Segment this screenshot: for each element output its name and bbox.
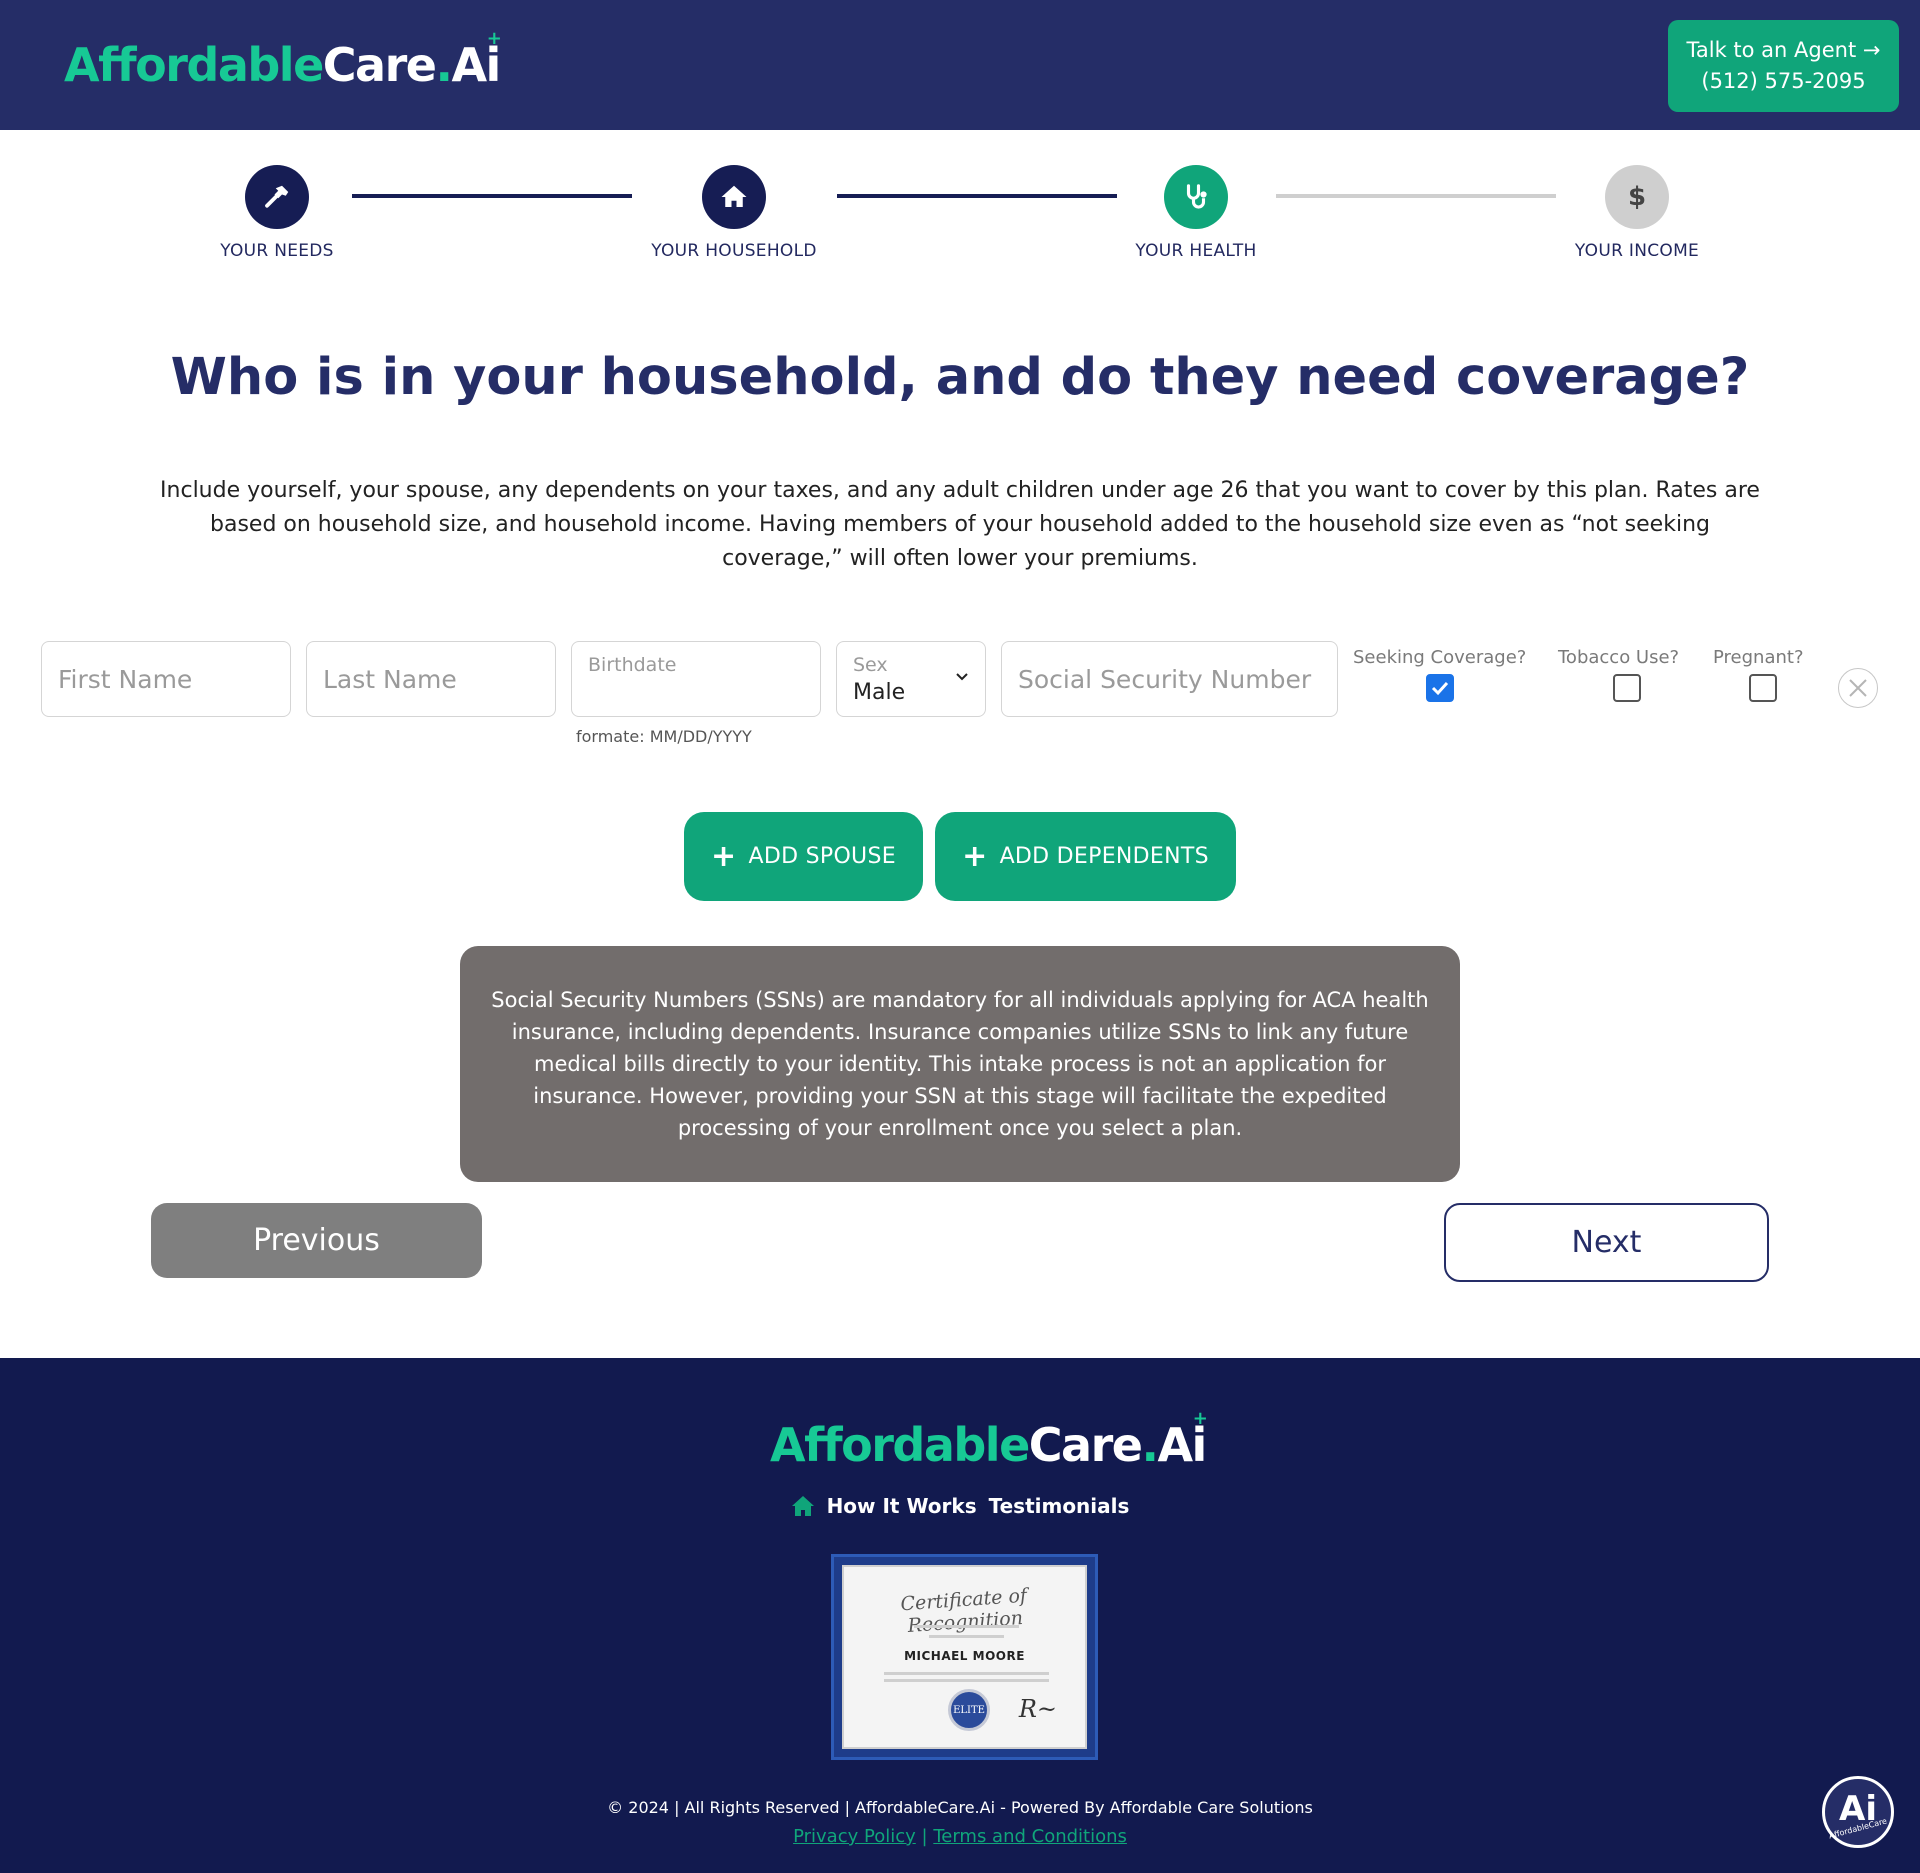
tobacco-use-label: Tobacco Use? bbox=[1558, 647, 1680, 668]
birthdate-field[interactable]: Birthdate bbox=[571, 641, 821, 717]
step-your-income[interactable]: $ YOUR INCOME bbox=[1517, 165, 1757, 261]
plus-icon: + bbox=[711, 838, 737, 874]
terms-link[interactable]: Terms and Conditions bbox=[933, 1826, 1127, 1847]
birthdate-format-helper: formate: MM/DD/YYYY bbox=[576, 727, 752, 746]
certificate-text-line bbox=[914, 1625, 1019, 1628]
logo-plus-icon: + bbox=[486, 28, 502, 49]
step-connector bbox=[1276, 194, 1556, 198]
step-connector bbox=[837, 194, 1117, 198]
logo-text-ai: Ai + bbox=[451, 28, 501, 92]
ssn-input[interactable] bbox=[1002, 642, 1337, 716]
logo-text-care: Care bbox=[322, 38, 437, 92]
chat-widget-button[interactable]: Ai AffordableCare bbox=[1822, 1776, 1894, 1848]
add-spouse-button[interactable]: + ADD SPOUSE bbox=[684, 812, 923, 901]
checkmark-icon bbox=[1431, 681, 1449, 696]
remove-member-button[interactable] bbox=[1838, 668, 1878, 708]
plus-icon: + bbox=[962, 838, 988, 874]
certificate-signature: R~ bbox=[1018, 1695, 1057, 1723]
home-icon[interactable] bbox=[791, 1495, 815, 1517]
first-name-field[interactable] bbox=[41, 641, 291, 717]
sex-selected-value: Male bbox=[853, 680, 906, 705]
last-name-field[interactable] bbox=[306, 641, 556, 717]
agent-button-label: Talk to an Agent → bbox=[1686, 38, 1881, 62]
logo-dot: . bbox=[1141, 1418, 1158, 1472]
certificate-image: Certificate of Recognition MICHAEL MOORE… bbox=[831, 1554, 1098, 1760]
step-label: YOUR HEALTH bbox=[1135, 241, 1257, 261]
legal-separator: | bbox=[921, 1826, 928, 1847]
sex-select[interactable]: Sex Male bbox=[836, 641, 986, 717]
chevron-down-icon bbox=[956, 673, 968, 681]
step-your-household[interactable]: YOUR HOUSEHOLD bbox=[614, 165, 854, 261]
footer-logo[interactable]: AffordableCare.Ai + bbox=[770, 1408, 1208, 1472]
close-icon bbox=[1849, 679, 1867, 697]
logo-text-affordable: Affordable bbox=[770, 1418, 1030, 1472]
logo-text-ai: Ai + bbox=[1157, 1408, 1207, 1472]
step-connector bbox=[352, 194, 632, 198]
step-your-needs[interactable]: YOUR NEEDS bbox=[157, 165, 397, 261]
certificate-seal: ELITE bbox=[948, 1689, 990, 1731]
privacy-policy-link[interactable]: Privacy Policy bbox=[793, 1826, 916, 1847]
stethoscope-icon bbox=[1164, 165, 1228, 229]
previous-button[interactable]: Previous bbox=[151, 1203, 482, 1278]
intro-text: Include yourself, your spouse, any depen… bbox=[160, 478, 1760, 571]
certificate-text-line bbox=[884, 1672, 1049, 1675]
pregnant-checkbox[interactable] bbox=[1749, 674, 1777, 702]
tobacco-use-checkbox[interactable] bbox=[1613, 674, 1641, 702]
agent-phone-number: (512) 575-2095 bbox=[1701, 69, 1866, 93]
next-button[interactable]: Next bbox=[1444, 1203, 1769, 1282]
logo-text-affordable: Affordable bbox=[64, 38, 324, 92]
ssn-field[interactable] bbox=[1001, 641, 1338, 717]
last-name-input[interactable] bbox=[307, 642, 555, 716]
certificate-name: MICHAEL MOORE bbox=[904, 1649, 1025, 1663]
certificate-paper: Certificate of Recognition MICHAEL MOORE… bbox=[842, 1565, 1087, 1749]
footer-link-how-it-works[interactable]: How It Works bbox=[827, 1494, 977, 1518]
certificate-text-line bbox=[884, 1679, 1049, 1682]
logo-text-care: Care bbox=[1028, 1418, 1143, 1472]
ssn-notice: Social Security Numbers (SSNs) are manda… bbox=[460, 946, 1460, 1182]
step-label: YOUR HOUSEHOLD bbox=[651, 241, 817, 261]
pregnant-label: Pregnant? bbox=[1713, 647, 1804, 668]
page-title: Who is in your household, and do they ne… bbox=[170, 348, 1750, 407]
copyright-text: © 2024 | All Rights Reserved | Affordabl… bbox=[607, 1798, 1313, 1817]
hammer-icon bbox=[245, 165, 309, 229]
footer-link-testimonials[interactable]: Testimonials bbox=[989, 1494, 1130, 1518]
site-header: AffordableCare.Ai + Talk to an Agent → (5… bbox=[0, 0, 1920, 130]
step-your-health[interactable]: YOUR HEALTH bbox=[1076, 165, 1316, 261]
seeking-coverage-checkbox[interactable] bbox=[1426, 674, 1454, 702]
site-footer: AffordableCare.Ai + How It Works Testimon… bbox=[0, 1358, 1920, 1873]
add-spouse-label: ADD SPOUSE bbox=[748, 844, 896, 869]
step-label: YOUR INCOME bbox=[1574, 241, 1700, 261]
legal-links: Privacy Policy | Terms and Conditions bbox=[0, 1826, 1920, 1847]
dollar-glyph: $ bbox=[1627, 182, 1647, 212]
add-dependents-label: ADD DEPENDENTS bbox=[999, 844, 1209, 869]
footer-nav: How It Works Testimonials bbox=[0, 1494, 1920, 1518]
step-label: YOUR NEEDS bbox=[220, 241, 334, 261]
logo-plus-icon: + bbox=[1192, 1408, 1208, 1429]
certificate-title: Certificate of Recognition bbox=[899, 1584, 1028, 1637]
sex-label: Sex bbox=[853, 654, 888, 676]
certificate-text-line bbox=[929, 1635, 1004, 1638]
birthdate-label: Birthdate bbox=[588, 654, 677, 676]
dollar-icon: $ bbox=[1605, 165, 1669, 229]
add-dependents-button[interactable]: + ADD DEPENDENTS bbox=[935, 812, 1236, 901]
seeking-coverage-label: Seeking Coverage? bbox=[1353, 647, 1527, 668]
home-icon bbox=[702, 165, 766, 229]
talk-to-agent-button[interactable]: Talk to an Agent → (512) 575-2095 bbox=[1668, 20, 1899, 112]
brand-logo[interactable]: AffordableCare.Ai + bbox=[64, 28, 502, 92]
logo-dot: . bbox=[435, 38, 452, 92]
first-name-input[interactable] bbox=[42, 642, 290, 716]
